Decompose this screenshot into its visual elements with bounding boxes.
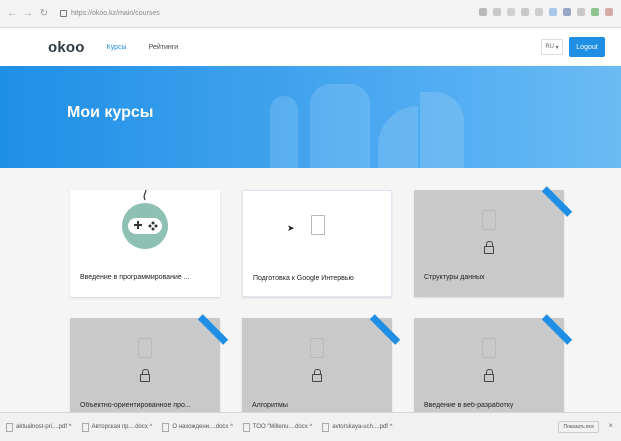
pdf-file-icon (322, 422, 330, 432)
course-title: Введение в программирование ... (80, 274, 190, 281)
course-title: Алгоритмы (252, 402, 288, 409)
new-ribbon (541, 186, 573, 217)
hero-banner: Мои курсы (0, 66, 621, 168)
extension-icon[interactable] (493, 8, 501, 16)
document-icon (482, 338, 496, 358)
extension-icon[interactable] (549, 8, 557, 16)
nav-courses[interactable]: Курсы (107, 44, 127, 51)
extension-icon[interactable] (591, 8, 599, 16)
course-title: Введение в веб-разработку (424, 402, 514, 409)
lock-icon (60, 10, 67, 17)
extension-icon[interactable] (577, 8, 585, 16)
extension-icon[interactable] (479, 8, 487, 16)
cursor-icon: ➤ (287, 223, 295, 233)
extension-icon[interactable] (535, 8, 543, 16)
show-all-button[interactable]: Показать все (558, 421, 599, 433)
document-icon (311, 215, 325, 235)
extension-icon[interactable] (605, 8, 613, 16)
downloads-bar: aktualnost-pri....pdf ^ Авторская пр....… (0, 412, 621, 441)
address-bar[interactable]: https://okoo.kz/main/courses (60, 6, 360, 22)
course-card[interactable]: Алгоритмы (242, 314, 401, 425)
course-title: Объектно-ориентированное про... (80, 402, 191, 409)
url-text: https://okoo.kz/main/courses (71, 10, 160, 17)
pdf-file-icon (6, 422, 13, 432)
document-icon (310, 338, 324, 358)
extensions-bar (479, 8, 613, 16)
docx-file-icon (81, 422, 89, 432)
back-icon[interactable]: ← (6, 8, 18, 20)
new-ribbon (541, 314, 573, 345)
language-select[interactable]: RU ▾ (541, 39, 563, 55)
decor-building (270, 96, 298, 168)
download-item[interactable]: ТОО "Millenu....docx ^ (242, 422, 312, 432)
course-card[interactable]: Структуры данных (414, 186, 573, 297)
lock-icon (484, 241, 494, 254)
logout-button[interactable]: Logout (569, 37, 605, 57)
nav-ratings[interactable]: Рейтинги (149, 44, 179, 51)
decor-building (378, 106, 418, 168)
document-icon (138, 338, 152, 358)
download-item[interactable]: Авторская пр....docx ^ (81, 422, 152, 432)
new-ribbon (197, 314, 229, 345)
page-title: Мои курсы (67, 104, 154, 121)
course-card[interactable]: ➤ Подготовка к Google Интервью (242, 190, 392, 297)
course-image (243, 191, 391, 263)
course-title: Подготовка к Google Интервью (253, 275, 354, 282)
reload-icon[interactable]: ↻ (38, 8, 50, 20)
extension-icon[interactable] (521, 8, 529, 16)
star-icon[interactable] (507, 8, 515, 16)
course-card[interactable]: Объектно-ориентированное про... (70, 314, 229, 425)
extension-icon[interactable] (563, 8, 571, 16)
docx-file-icon (242, 422, 250, 432)
decor-building (420, 92, 464, 168)
docx-file-icon (162, 422, 170, 432)
course-title: Структуры данных (424, 274, 485, 281)
lock-icon (484, 369, 494, 382)
course-image (70, 187, 220, 262)
course-card[interactable]: Введение в программирование ... (70, 187, 220, 297)
decor-building (310, 84, 370, 168)
course-card[interactable]: Введение в веб-разработку (414, 314, 573, 425)
document-icon (482, 210, 496, 230)
lock-icon (312, 369, 322, 382)
new-ribbon (369, 314, 401, 345)
close-icon[interactable]: × (608, 421, 613, 430)
download-item[interactable]: О нахождени....docx ^ (162, 422, 233, 432)
logo[interactable]: okoo (48, 39, 85, 56)
forward-icon[interactable]: → (22, 8, 34, 20)
browser-toolbar: ← → ↻ https://okoo.kz/main/courses (0, 0, 621, 28)
lock-icon (140, 369, 150, 382)
app-header: okoo Курсы Рейтинги RU ▾ Logout (0, 28, 621, 66)
download-item[interactable]: aktualnost-pri....pdf ^ (6, 422, 72, 432)
download-item[interactable]: avtorskaya-uch....pdf ^ (322, 422, 392, 432)
